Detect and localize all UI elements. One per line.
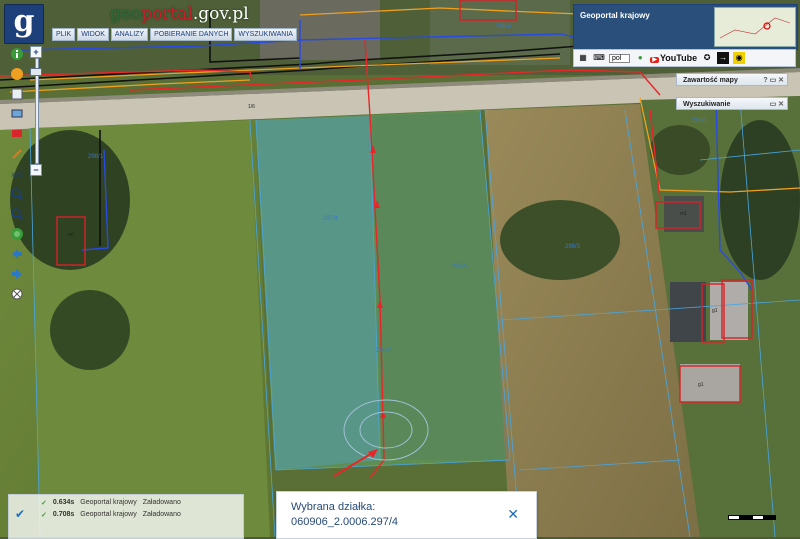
building-label: m1 <box>68 232 75 238</box>
zoom-plus-button[interactable]: + <box>30 46 42 58</box>
menu-pobieranie-danych[interactable]: POBIERANIE DANYCH <box>150 28 233 41</box>
menu-widok[interactable]: WIDOK <box>77 28 109 41</box>
help-circle-icon[interactable]: ● <box>634 52 646 64</box>
keyboard-icon[interactable]: ⌨ <box>593 52 605 64</box>
parcel-label: 298/3 <box>565 244 581 250</box>
pencil-icon[interactable] <box>8 145 26 163</box>
zoom-thumb[interactable] <box>30 68 42 76</box>
clear-icon[interactable] <box>8 285 26 303</box>
panel-search-controls[interactable]: ▭ ✕ <box>770 98 784 111</box>
scale-bar <box>728 515 776 521</box>
service-bar: ▦ ⌨ pol ● ▶ YouTube ✪ → ◉ <box>573 49 796 67</box>
overview-minimap[interactable] <box>714 7 796 47</box>
parcel-label: 297/5 <box>452 264 468 270</box>
panel-search-title: Wyszukiwanie <box>683 101 731 108</box>
status-row: ✓ 0.708s Geoportal krajowy Załadowano <box>41 511 181 519</box>
overview-map-panel: Geoportal krajowy <box>573 4 798 50</box>
brand-title: geoportal.gov.pl <box>110 4 249 24</box>
selected-parcel-highlight[interactable] <box>256 116 380 470</box>
xyz-icon[interactable]: XYZ <box>8 165 26 183</box>
info-icon[interactable] <box>8 45 26 63</box>
accessibility-icon[interactable]: ✪ <box>701 52 713 64</box>
zoom-minus-button[interactable]: − <box>30 164 42 176</box>
row-check-icon: ✓ <box>41 512 47 519</box>
status-check-icon: ✔ <box>15 507 26 521</box>
eye-icon[interactable]: ◉ <box>733 52 746 64</box>
panel-contents[interactable]: Zawartość mapy ? ▭ ✕ <box>676 73 788 86</box>
overview-title: Geoportal krajowy <box>580 11 650 20</box>
panel-contents-controls[interactable]: ? ▭ ✕ <box>763 74 784 87</box>
menu-analizy[interactable]: ANALIZY <box>110 28 149 41</box>
calculator-icon[interactable]: ▦ <box>577 52 589 64</box>
back-arrow-icon[interactable] <box>8 245 26 263</box>
zoom-in-icon[interactable] <box>8 185 26 203</box>
panel-search[interactable]: Wyszukiwanie ▭ ✕ <box>676 97 788 110</box>
road-label: 1/6 <box>248 104 255 110</box>
main-menu: PLIK WIDOK ANALIZY POBIERANIE DANYCH WYS… <box>52 28 297 41</box>
zoom-slider[interactable]: + − <box>30 46 42 176</box>
close-icon[interactable]: ✕ <box>507 506 519 523</box>
menu-wyszukiwania[interactable]: WYSZUKIWANIA <box>234 28 297 41</box>
arrow-right-icon[interactable]: → <box>717 52 730 64</box>
layer-load-status: ✔ ✓ 0.634s Geoportal krajowy Załadowano … <box>8 494 244 539</box>
left-toolbar: XYZ <box>8 45 28 303</box>
layers-icon[interactable] <box>8 85 26 103</box>
print-icon[interactable] <box>8 125 26 143</box>
bookmark-icon[interactable] <box>8 65 26 83</box>
screen-icon[interactable] <box>8 105 26 123</box>
status-row: ✓ 0.634s Geoportal krajowy Załadowano <box>41 499 181 507</box>
geoportal-logo[interactable]: g <box>4 4 44 44</box>
parcel-label: 298/4 <box>496 24 512 30</box>
parcel-label: 296/1 <box>692 118 708 124</box>
forward-arrow-icon[interactable] <box>8 265 26 283</box>
selected-parcel-popup: Wybrana działka: 060906_2.0006.297/4 ✕ <box>276 491 537 539</box>
parcel-label: 297/4 <box>323 216 339 222</box>
panel-contents-title: Zawartość mapy <box>683 77 738 84</box>
youtube-link[interactable]: ▶ YouTube <box>650 53 697 63</box>
row-check-icon: ✓ <box>41 500 47 507</box>
globe-icon[interactable] <box>8 225 26 243</box>
header: g geoportal.gov.pl PLIK WIDOK ANALIZY PO… <box>0 0 298 44</box>
parcel-label: 298/1 <box>88 154 104 160</box>
building-label: g1 <box>698 382 704 388</box>
language-select[interactable]: pol <box>609 53 631 63</box>
svg-text:XYZ: XYZ <box>11 173 23 179</box>
parcel-label: 298/2 <box>376 348 392 354</box>
building-label: g1 <box>712 308 718 314</box>
selected-parcel-label: Wybrana działka: <box>291 501 376 513</box>
selected-parcel-id: 060906_2.0006.297/4 <box>291 516 399 528</box>
zoom-out-icon[interactable] <box>8 205 26 223</box>
menu-plik[interactable]: PLIK <box>52 28 76 41</box>
building-label: m1 <box>680 211 687 217</box>
